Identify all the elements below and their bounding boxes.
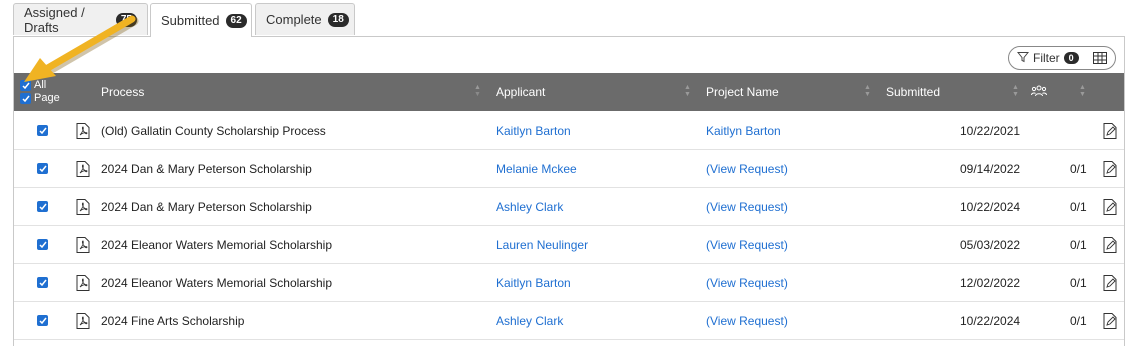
process-cell: 2024 Fine Arts Scholarship [101,313,245,328]
review-count: 0/1 [1070,199,1087,214]
review-count: 0/1 [1070,313,1087,328]
page-label: Page [34,92,60,104]
sort-icon[interactable]: ▲ ▼ [1012,84,1019,98]
sort-icon[interactable]: ▲ ▼ [1079,84,1086,98]
row-select [37,150,48,187]
submitted-date: 10/22/2021 [960,123,1021,138]
review-document-icon[interactable] [1103,188,1117,225]
review-document-icon[interactable] [1103,302,1117,339]
submitted-date: 05/03/2022 [960,237,1021,252]
select-page-checkbox[interactable]: Page [20,92,60,105]
tab-label: Assigned / Drafts [24,4,85,35]
filter-icon [1016,51,1030,66]
table-row[interactable]: (Old) Gallatin County Scholarship Proces… [14,112,1124,150]
review-document-icon[interactable] [1103,112,1117,149]
project-name-link[interactable]: Kaitlyn Barton [706,112,781,149]
column-header-label: Applicant [496,85,546,99]
column-header-label: Process [101,85,145,99]
submitted-date: 09/14/2022 [960,161,1021,176]
column-header-process[interactable]: Process [101,73,144,111]
table-row[interactable]: 2024 Eleanor Waters Memorial Scholarship… [14,226,1124,264]
column-header-applicant[interactable]: Applicant [496,73,545,111]
table-row[interactable]: 2024 Dan & Mary Peterson Scholarship Mela… [14,150,1124,188]
reviewers-group-icon [1031,85,1047,100]
process-cell: 2024 Dan & Mary Peterson Scholarship [101,199,312,214]
pdf-icon[interactable] [76,264,90,301]
row-select [37,302,48,339]
tab-complete[interactable]: Complete 18 [255,3,355,35]
applicant-link[interactable]: Kaitlyn Barton [496,264,571,301]
pdf-icon[interactable] [76,150,90,187]
process-cell: (Old) Gallatin County Scholarship Proces… [101,123,326,138]
applicant-link[interactable]: Melanie Mckee [496,150,577,187]
column-header-label: Project Name [706,85,779,99]
sort-icon[interactable]: ▲ ▼ [864,84,871,98]
review-document-icon[interactable] [1103,150,1117,187]
project-name-link[interactable]: (View Request) [706,188,788,225]
row-checkbox[interactable] [37,277,48,288]
all-label: All [34,79,47,91]
pdf-icon[interactable] [76,226,90,263]
submitted-date: 10/22/2024 [960,313,1021,328]
applicant-link[interactable]: Ashley Clark [496,302,563,339]
tab-label: Complete [266,12,322,27]
table-row[interactable]: 2024 Eleanor Waters Memorial Scholarship… [14,264,1124,302]
project-name-link[interactable]: (View Request) [706,302,788,339]
review-count: 0/1 [1070,237,1087,252]
tab-bar: Assigned / Drafts 75 Submitted 62 Comple… [0,3,1136,37]
tab-submitted[interactable]: Submitted 62 [150,3,252,37]
count-badge: 18 [327,12,349,27]
row-checkbox[interactable] [37,315,48,326]
table-row[interactable]: 2024 Fine Arts Scholarship Ashley Clark (V… [14,302,1124,340]
reviewers-column-header[interactable] [1031,73,1047,111]
sort-asc-icon[interactable]: ▲ ▼ [474,84,481,98]
project-name-link[interactable]: (View Request) [706,150,788,187]
columns-grid-icon[interactable] [1093,52,1107,64]
table-row[interactable]: 2024 Dan & Mary Peterson Scholarship Ashl… [14,188,1124,226]
row-checkbox[interactable] [37,201,48,212]
column-header-submitted[interactable]: Submitted [886,73,940,111]
checkbox-checked-icon [20,93,31,104]
process-cell: 2024 Eleanor Waters Memorial Scholarship [101,275,332,290]
process-cell: 2024 Dan & Mary Peterson Scholarship [101,161,312,176]
submitted-date: 10/22/2024 [960,199,1021,214]
submitted-date: 12/02/2022 [960,275,1021,290]
review-document-icon[interactable] [1103,264,1117,301]
filter-button[interactable]: Filter 0 [1008,46,1116,70]
count-badge: 75 [115,12,137,27]
project-name-link[interactable]: (View Request) [706,264,788,301]
applicant-link[interactable]: Ashley Clark [496,188,563,225]
sort-icon[interactable]: ▲ ▼ [684,84,691,98]
row-select [37,112,48,149]
pdf-icon[interactable] [76,188,90,225]
column-header-label: Submitted [886,85,941,99]
checkbox-checked-icon [20,80,31,91]
applicant-link[interactable]: Lauren Neulinger [496,226,588,263]
review-count: 0/1 [1070,161,1087,176]
applicant-link[interactable]: Kaitlyn Barton [496,112,571,149]
row-checkbox[interactable] [37,125,48,136]
project-name-link[interactable]: (View Request) [706,226,788,263]
column-header-project-name[interactable]: Project Name [706,73,779,111]
row-select [37,264,48,301]
count-badge: 62 [225,13,247,28]
filter-count-badge: 0 [1063,52,1079,64]
review-document-icon[interactable] [1103,226,1117,263]
row-checkbox[interactable] [37,163,48,174]
process-cell: 2024 Eleanor Waters Memorial Scholarship [101,237,332,252]
row-select [37,188,48,225]
pdf-icon[interactable] [76,302,90,339]
tab-assigned-drafts[interactable]: Assigned / Drafts 75 [13,3,148,35]
select-all-group: All Page [20,79,60,105]
review-count: 0/1 [1070,275,1087,290]
row-checkbox[interactable] [37,239,48,250]
select-all-checkbox[interactable]: All [20,79,60,92]
tab-label: Submitted [161,13,220,28]
pdf-icon[interactable] [76,112,90,149]
filter-label: Filter [1033,51,1060,65]
row-select [37,226,48,263]
table-header: All Page Process ▲ ▼ Applicant ▲ ▼ Project… [14,73,1124,111]
